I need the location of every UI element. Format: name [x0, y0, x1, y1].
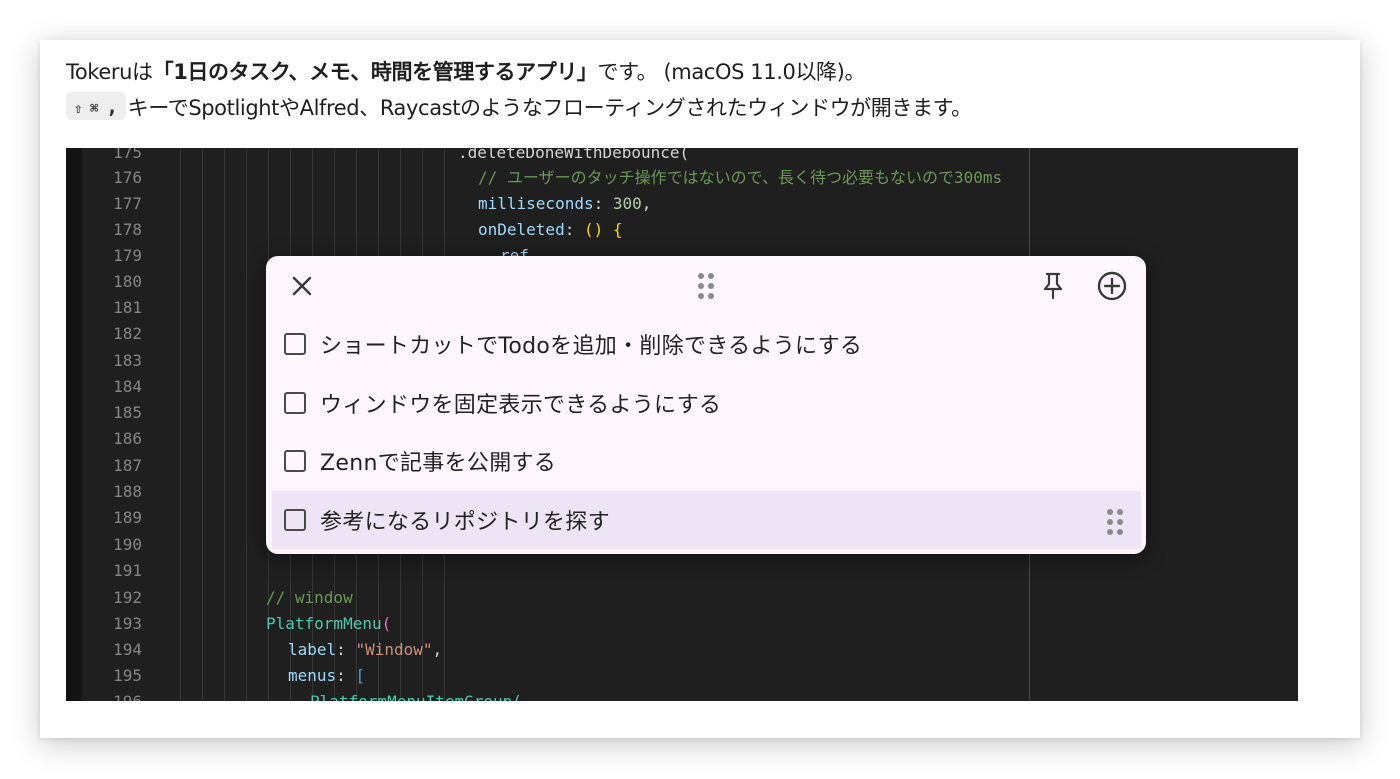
reorder-handle-icon[interactable]: [1107, 509, 1123, 535]
code-text: onDeleted: () {: [478, 220, 623, 239]
todo-checkbox[interactable]: [284, 450, 306, 472]
code-string: "Window": [355, 640, 433, 659]
code-prop: onDeleted: [478, 220, 565, 239]
line-number: 190: [113, 535, 142, 554]
window-drag-handle[interactable]: [692, 270, 720, 302]
indent-guide: [246, 148, 247, 701]
code-text: PlatformMenu(: [266, 614, 392, 633]
line-number: 180: [113, 272, 142, 291]
code-text: .deleteDoneWithDebounce(: [458, 148, 690, 162]
intro-text: Tokeruは: [66, 60, 153, 84]
line-number: 184: [113, 377, 142, 396]
todo-item[interactable]: ショートカットでTodoを追加・削除できるようにする: [272, 315, 1141, 373]
close-icon: [292, 276, 312, 296]
line-number: 185: [113, 403, 142, 422]
indent-guide: [202, 148, 203, 701]
shortcut-keys: ⇧ ⌘: [74, 101, 99, 117]
editor-gutter: [66, 148, 82, 701]
code-prop: menus: [288, 666, 337, 685]
pin-icon: [1043, 272, 1063, 300]
todo-checkbox[interactable]: [284, 392, 306, 414]
line-number: 182: [113, 324, 142, 343]
line-number: 189: [113, 508, 142, 527]
code-number: 300: [612, 194, 642, 213]
pin-button[interactable]: [1038, 270, 1068, 302]
intro-bold-text: 「1日のタスク、メモ、時間を管理するアプリ」: [152, 60, 598, 84]
code-text: menus: [: [288, 666, 366, 685]
line-number: 175: [113, 148, 142, 162]
drag-handle-icon: [698, 273, 714, 299]
line-number: 179: [113, 246, 142, 265]
line-number: 188: [113, 482, 142, 501]
code-prop: label: [288, 640, 337, 659]
shortcut-comma: ,: [106, 94, 118, 118]
todo-item[interactable]: ウィンドウを固定表示できるようにする: [272, 374, 1141, 432]
code-prop: milliseconds: [478, 194, 594, 213]
add-todo-button[interactable]: [1095, 269, 1129, 303]
line-number: 195: [113, 666, 142, 685]
indent-guide: [224, 148, 225, 701]
todo-label: ショートカットでTodoを追加・削除できるようにする: [320, 334, 863, 359]
todo-item-hovered[interactable]: 参考になるリポジトリを探す: [272, 491, 1141, 549]
indent-guide: [180, 148, 181, 701]
line-number: 187: [113, 456, 142, 475]
line-number: 186: [113, 429, 142, 448]
line-number: 191: [113, 561, 142, 580]
todo-checkbox[interactable]: [284, 333, 306, 355]
code-text: milliseconds: 300,: [478, 194, 652, 213]
line-number: 178: [113, 220, 142, 239]
intro-line-1: Tokeruは「1日のタスク、メモ、時間を管理するアプリ」です。 (macOS …: [66, 56, 865, 86]
todo-checkbox[interactable]: [284, 509, 306, 531]
line-number: 177: [113, 194, 142, 213]
close-button[interactable]: [286, 270, 318, 302]
code-text: label: "Window",: [288, 640, 443, 659]
line-number: 194: [113, 640, 142, 659]
code-type: PlatformMenu: [266, 614, 382, 633]
todo-label: 参考になるリポジトリを探す: [320, 510, 610, 535]
code-comment: // window: [266, 588, 353, 607]
intro-line-2: ⇧ ⌘ , キーでSpotlightやAlfred、Raycastのようなフローテ…: [66, 92, 972, 122]
code-type: PlatformMenuItemGroup(: [310, 689, 522, 701]
intro-text-post: です。 (macOS 11.0以降)。: [597, 60, 866, 84]
todo-label: ウィンドウを固定表示できるようにする: [320, 393, 722, 418]
line-number: 176: [113, 168, 142, 187]
floating-todo-window: ショートカットでTodoを追加・削除できるようにする ウィンドウを固定表示できる…: [266, 256, 1146, 554]
line-number: 192: [113, 588, 142, 607]
intro-text-2: キーでSpotlightやAlfred、Raycastのようなフローティングされ…: [127, 96, 972, 120]
shortcut-kbd: ⇧ ⌘ ,: [66, 92, 126, 120]
add-circle-icon: [1097, 271, 1127, 301]
line-number: 181: [113, 298, 142, 317]
todo-label: Zennで記事を公開する: [320, 451, 557, 476]
todo-item[interactable]: Zennで記事を公開する: [272, 432, 1141, 490]
line-number: 196: [94, 689, 142, 701]
line-number: 183: [113, 351, 142, 370]
line-number: 193: [113, 614, 142, 633]
code-comment: // ユーザーのタッチ操作ではないので、長く待つ必要もないので300ms: [478, 168, 1003, 187]
